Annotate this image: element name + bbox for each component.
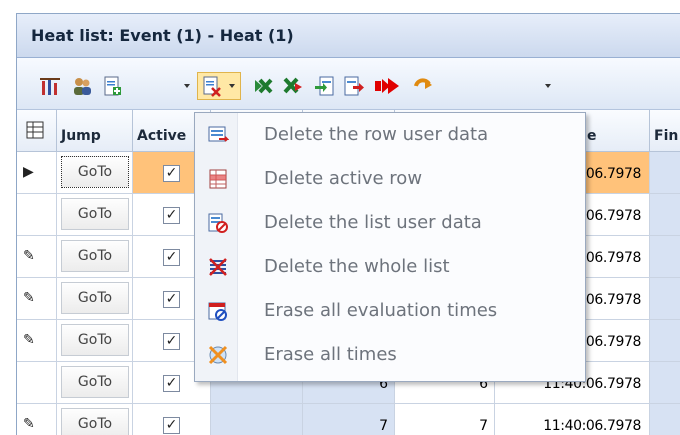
active-checkbox[interactable]: ✓ bbox=[163, 333, 180, 350]
header-fin[interactable]: Fin bbox=[650, 110, 680, 152]
menu-item-label: Delete the row user data bbox=[264, 124, 489, 145]
row-marker[interactable]: ✎ bbox=[17, 278, 57, 320]
cell-col4-value: 7 bbox=[395, 404, 495, 435]
menu-item-delete-active-row[interactable]: Delete active row bbox=[195, 157, 585, 201]
row-marker[interactable] bbox=[17, 194, 57, 236]
undo-arrow-icon[interactable] bbox=[412, 75, 434, 97]
excel-export-icon[interactable] bbox=[282, 75, 304, 97]
goto-button[interactable]: GoTo bbox=[61, 366, 129, 398]
chevron-down-icon[interactable] bbox=[545, 84, 551, 88]
menu-item-delete-row-user-data[interactable]: Delete the row user data bbox=[195, 113, 585, 157]
window-titlebar: Heat list: Event (1) - Heat (1) bbox=[17, 14, 680, 58]
time-cell: 11:40:06.7978 bbox=[495, 404, 650, 435]
menu-item-erase-all-times[interactable]: Erase all times bbox=[195, 333, 585, 377]
goto-button[interactable]: GoTo bbox=[61, 156, 129, 188]
calendar-erase-icon bbox=[207, 300, 229, 322]
import-icon[interactable] bbox=[313, 75, 335, 97]
menu-item-label: Erase all evaluation times bbox=[264, 300, 498, 321]
fin-cell bbox=[650, 236, 680, 278]
list-data-icon bbox=[207, 212, 229, 234]
window-title: Heat list: Event (1) - Heat (1) bbox=[31, 26, 294, 45]
table-row[interactable]: ✎ GoTo ✓ 7 7 11:40:06.7978 bbox=[17, 404, 680, 435]
fin-cell bbox=[650, 362, 680, 404]
menu-item-label: Erase all times bbox=[264, 344, 397, 365]
column-chooser-icon[interactable] bbox=[17, 110, 57, 152]
toolbar bbox=[17, 58, 680, 110]
row-marker[interactable]: ▶ bbox=[17, 152, 57, 194]
menu-item-erase-evaluation-times[interactable]: Erase all evaluation times bbox=[195, 289, 585, 333]
cell-col3-value: 7 bbox=[303, 404, 395, 435]
menu-item-label: Delete active row bbox=[264, 168, 423, 189]
row-marker[interactable]: ✎ bbox=[17, 404, 57, 435]
menu-item-delete-whole-list[interactable]: Delete the whole list bbox=[195, 245, 585, 289]
goto-button[interactable]: GoTo bbox=[61, 324, 129, 356]
export-icon[interactable] bbox=[343, 75, 365, 97]
whole-list-icon bbox=[207, 256, 229, 278]
menu-item-delete-list-user-data[interactable]: Delete the list user data bbox=[195, 201, 585, 245]
fin-cell bbox=[650, 194, 680, 236]
goto-button[interactable]: GoTo bbox=[61, 198, 129, 230]
fin-cell bbox=[650, 320, 680, 362]
goto-button[interactable]: GoTo bbox=[61, 282, 129, 314]
active-checkbox[interactable]: ✓ bbox=[163, 165, 180, 182]
ranking-icon[interactable] bbox=[39, 75, 61, 97]
row-marker[interactable]: ✎ bbox=[17, 320, 57, 362]
clock-erase-icon bbox=[207, 344, 229, 366]
active-checkbox[interactable]: ✓ bbox=[163, 375, 180, 392]
table-row-icon bbox=[207, 168, 229, 190]
users-icon[interactable] bbox=[71, 75, 93, 97]
fin-cell bbox=[650, 404, 680, 435]
cell-col3 bbox=[211, 404, 303, 435]
menu-item-label: Delete the list user data bbox=[264, 212, 482, 233]
active-checkbox[interactable]: ✓ bbox=[163, 291, 180, 308]
goto-button[interactable]: GoTo bbox=[61, 408, 129, 435]
excel-green-icon[interactable] bbox=[252, 75, 274, 97]
menu-item-label: Delete the whole list bbox=[264, 256, 450, 277]
heat-list-window: Heat list: Event (1) - Heat (1) Jump Act… bbox=[16, 13, 680, 435]
fin-cell bbox=[650, 278, 680, 320]
chevron-down-icon[interactable] bbox=[184, 84, 190, 88]
header-jump[interactable]: Jump bbox=[57, 110, 133, 152]
delete-dropdown-menu: Delete the row user data Delete active r… bbox=[194, 112, 586, 382]
fin-cell bbox=[650, 152, 680, 194]
row-marker[interactable]: ✎ bbox=[17, 236, 57, 278]
row-data-icon bbox=[207, 124, 229, 146]
red-arrow-icon[interactable] bbox=[373, 75, 401, 97]
active-checkbox[interactable]: ✓ bbox=[163, 207, 180, 224]
goto-button[interactable]: GoTo bbox=[61, 240, 129, 272]
delete-doc-button[interactable] bbox=[197, 72, 241, 100]
row-marker[interactable] bbox=[17, 362, 57, 404]
add-doc-icon[interactable] bbox=[101, 75, 123, 97]
active-checkbox[interactable]: ✓ bbox=[163, 249, 180, 266]
active-checkbox[interactable]: ✓ bbox=[163, 417, 180, 434]
